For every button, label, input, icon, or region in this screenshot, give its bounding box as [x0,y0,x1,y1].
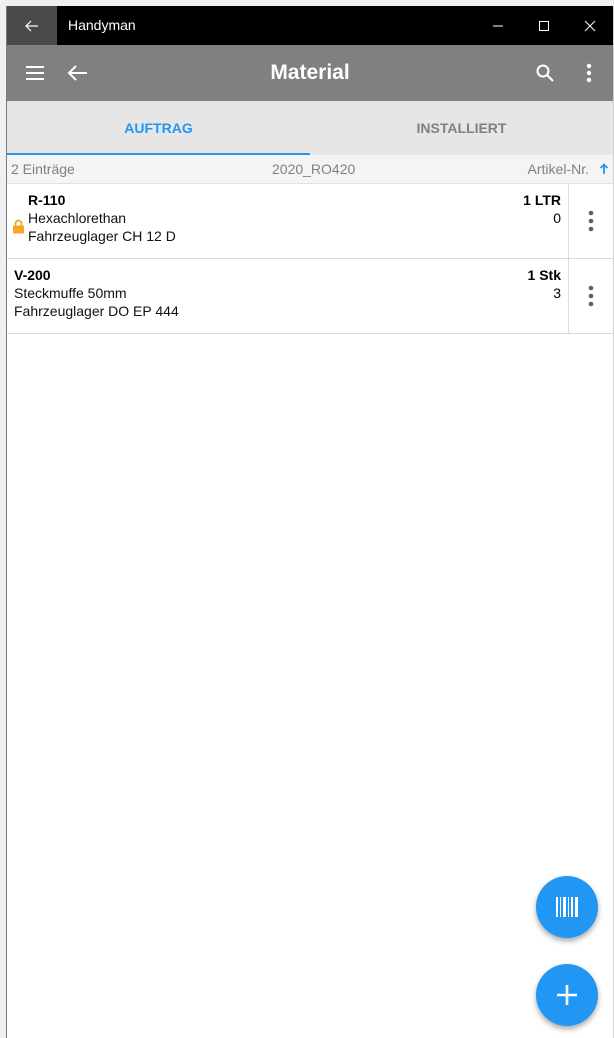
item-code: R-110 [28,192,66,208]
menu-button[interactable] [21,45,49,101]
hamburger-menu-icon [26,66,44,80]
maximize-icon [539,20,549,31]
app-toolbar: Material [7,45,613,101]
maximize-button[interactable] [521,6,567,45]
search-icon [536,64,554,82]
order-number: 2020_RO420 [272,161,356,177]
more-vertical-icon [588,285,594,307]
back-arrow-icon [25,20,38,31]
list-item[interactable]: R-110 Hexachlorethan Fahrzeuglager CH 12… [7,184,613,259]
list-item-content[interactable]: R-110 Hexachlorethan Fahrzeuglager CH 12… [7,184,569,258]
item-quantity: 1 Stk [527,267,561,283]
item-stock: 3 [553,285,561,301]
close-button[interactable] [567,6,613,45]
more-vertical-icon [588,210,594,232]
plus-icon [557,985,577,1005]
tab-bar: AUFTRAG INSTALLIERT [7,101,613,155]
tab-auftrag[interactable]: AUFTRAG [7,101,310,155]
arrow-left-icon [67,65,87,81]
list-item-content[interactable]: V-200 Steckmuffe 50mm Fahrzeuglager DO E… [7,259,569,333]
overflow-menu-button[interactable] [577,45,601,101]
scan-barcode-button[interactable] [536,876,598,938]
app-window: Handyman Material AUFTRAG INSTALLIERT 2 … [6,6,614,1038]
item-code: V-200 [14,267,51,283]
list-header: 2 Einträge 2020_RO420 Artikel-Nr. [7,155,613,184]
minimize-icon [493,25,503,26]
minimize-button[interactable] [475,6,521,45]
entry-count: 2 Einträge [11,161,75,177]
sort-label[interactable]: Artikel-Nr. [528,155,589,183]
back-button[interactable] [61,45,93,101]
arrow-up-icon [599,163,609,174]
search-button[interactable] [530,45,560,101]
page-title: Material [270,61,350,84]
list-item[interactable]: V-200 Steckmuffe 50mm Fahrzeuglager DO E… [7,259,613,334]
item-more-button[interactable] [568,259,613,333]
add-button[interactable] [536,964,598,1026]
item-location: Fahrzeuglager DO EP 444 [14,303,179,319]
close-icon [584,20,596,31]
item-stock: 0 [553,210,561,226]
more-vertical-icon [586,63,592,83]
window-title: Handyman [68,17,136,33]
tab-installiert[interactable]: INSTALLIERT [310,101,613,155]
item-quantity: 1 LTR [523,192,561,208]
item-location: Fahrzeuglager CH 12 D [28,228,176,244]
lock-icon [13,219,24,234]
barcode-icon [556,897,578,917]
sort-direction-button[interactable] [599,155,609,183]
item-name: Hexachlorethan [28,210,127,226]
item-more-button[interactable] [568,184,613,258]
window-titlebar: Handyman [7,6,613,45]
item-name: Steckmuffe 50mm [14,285,127,301]
window-back-button[interactable] [7,6,57,45]
